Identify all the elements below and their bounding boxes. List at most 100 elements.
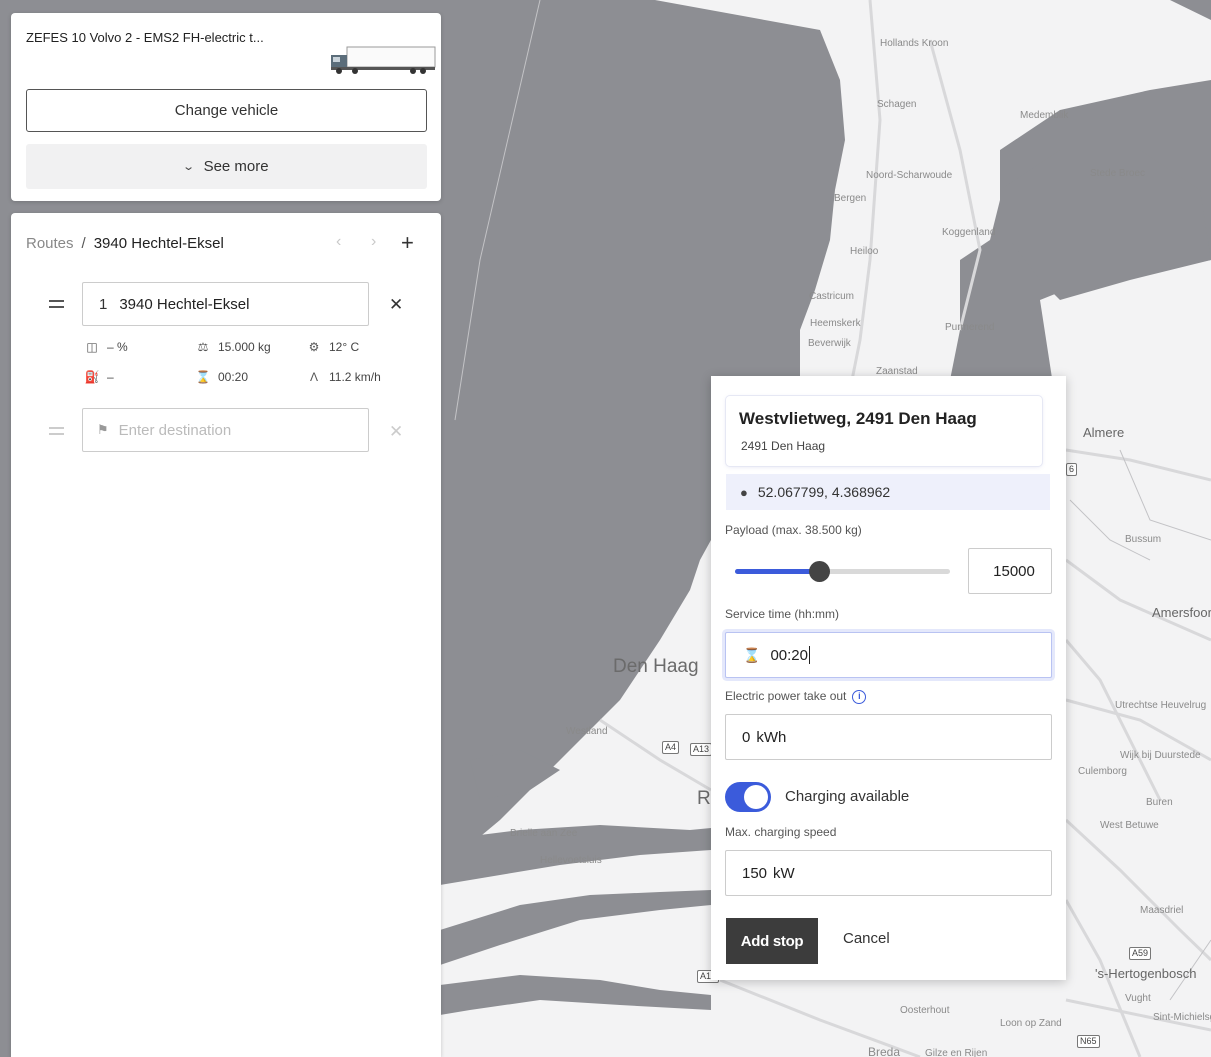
coordinates-row: ● 52.067799, 4.368962 <box>726 474 1050 510</box>
map-label: Castricum <box>809 291 855 302</box>
map-label: Heemskerk <box>810 318 861 329</box>
map-pin-icon: ● <box>740 484 748 500</box>
stat-speed-value: 11.2 km/h <box>329 370 381 384</box>
map-label: Stede Broec <box>1090 168 1146 179</box>
map-label: Westland <box>566 726 608 737</box>
add-stop-button[interactable]: Add stop <box>726 918 818 964</box>
map-label: Medemblik <box>1020 110 1069 121</box>
slider-fill <box>735 569 819 574</box>
breadcrumb: Routes / 3940 Hechtel-Eksel <box>26 235 224 252</box>
map-label: Hollands Kroon <box>880 38 949 49</box>
previous-route-icon[interactable]: ‹ <box>336 233 341 251</box>
change-vehicle-button[interactable]: Change vehicle <box>26 89 427 132</box>
map-label: Heiloo <box>850 246 879 257</box>
payload-label: Payload (max. 38.500 kg) <box>725 523 862 537</box>
payload-icon: ⚖ <box>197 340 209 354</box>
breadcrumb-routes-link[interactable]: Routes <box>26 235 74 252</box>
destination-input[interactable]: ⚑ Enter destination <box>82 408 369 452</box>
map-label: Bussum <box>1125 534 1162 545</box>
map-label: Bergen <box>834 193 867 204</box>
add-stop-popup: Westvlietweg, 2491 Den Haag 2491 Den Haa… <box>711 376 1066 980</box>
power-take-out-label: Electric power take out i <box>725 689 867 704</box>
map-label: Breda <box>868 1045 901 1057</box>
add-route-icon[interactable]: + <box>401 230 414 256</box>
road-shield: A13 <box>690 743 713 756</box>
map-label: Koggenland <box>942 227 996 238</box>
payload-slider[interactable] <box>735 561 950 582</box>
drag-handle-icon[interactable] <box>49 300 64 308</box>
next-route-icon[interactable]: › <box>371 233 376 251</box>
drag-handle-icon <box>49 427 64 435</box>
max-speed-value: 150 <box>742 864 768 882</box>
slider-thumb[interactable] <box>808 561 830 582</box>
stat-temperature-value: 12° C <box>329 340 360 354</box>
map-label: Amersfoort <box>1152 605 1211 620</box>
address-title: Westvlietweg, 2491 Den Haag <box>739 409 977 428</box>
service-time-input[interactable]: ⌛ 00:20 <box>725 632 1052 678</box>
see-more-button[interactable]: ⌄ See more <box>26 144 427 189</box>
stat-payload: ⚖ 15.000 kg <box>195 340 271 354</box>
map-label: Purmerend <box>945 322 995 333</box>
map-label: Hellevoetsluis <box>540 855 602 866</box>
address-card: Westvlietweg, 2491 Den Haag 2491 Den Haa… <box>726 396 1042 466</box>
payload-input[interactable]: 15000 <box>968 548 1052 594</box>
stat-service-time: ⌛ 00:20 <box>195 370 249 384</box>
breadcrumb-current: 3940 Hechtel-Eksel <box>93 235 224 252</box>
max-charging-speed-input[interactable]: 150 kW <box>725 850 1052 896</box>
stat-battery: ◫ – % <box>84 340 128 354</box>
map-label: Gilze en Rijen <box>925 1048 988 1057</box>
map-label: Maasdriel <box>1140 905 1184 916</box>
charging-available-toggle[interactable] <box>725 782 771 812</box>
map-label: 's-Hertogenbosch <box>1095 966 1197 981</box>
map-label: Vught <box>1125 993 1151 1004</box>
info-icon[interactable]: i <box>852 689 867 704</box>
map-label: Oosterhout <box>900 1005 950 1016</box>
map-label: Utrechtse Heuvelrug <box>1115 700 1207 711</box>
coordinates-value: 52.067799, 4.368962 <box>757 484 891 500</box>
power-value: 0 <box>742 728 751 746</box>
map-label: Beverwijk <box>808 338 851 349</box>
max-charging-speed-label: Max. charging speed <box>725 825 837 839</box>
text-caret <box>808 646 810 664</box>
map-label: Brielle aan Zee <box>510 828 578 839</box>
stop-field[interactable]: 1 3940 Hechtel-Eksel <box>82 282 369 326</box>
map-label: Den Haag <box>613 656 699 677</box>
map-label: R <box>697 788 711 809</box>
see-more-label: See more <box>203 158 269 175</box>
map-label: Culemborg <box>1078 766 1127 777</box>
map-label: Sint-Michielsgestel <box>1153 1012 1211 1023</box>
stop-name: 3940 Hechtel-Eksel <box>119 295 250 313</box>
road-shield: A4 <box>662 741 680 754</box>
charging-available-label: Charging available <box>785 788 910 805</box>
road-shield: N65 <box>1077 1035 1100 1048</box>
service-time-label: Service time (hh:mm) <box>725 607 840 621</box>
power-take-out-input[interactable]: 0 kWh <box>725 714 1052 760</box>
vehicle-panel: ZEFES 10 Volvo 2 - EMS2 FH-electric t...… <box>11 13 441 201</box>
cancel-button[interactable]: Cancel <box>843 930 890 947</box>
map-label: Almere <box>1083 425 1125 440</box>
stat-battery-value: – % <box>107 340 128 354</box>
road-icon: Λ <box>309 370 318 384</box>
gear-icon: ⚙ <box>308 340 320 354</box>
map-label: Schagen <box>877 99 917 110</box>
map-label: Wijk bij Duurstede <box>1120 750 1201 761</box>
flag-icon: ⚑ <box>97 422 109 437</box>
map-label: Loon op Zand <box>1000 1018 1062 1029</box>
stat-service-time-value: 00:20 <box>218 370 249 384</box>
remove-stop-icon[interactable]: ✕ <box>389 295 403 315</box>
remove-destination-icon: ✕ <box>389 422 404 441</box>
road-shield: 6 <box>1066 463 1078 476</box>
stop-number: 1 <box>99 295 108 313</box>
hourglass-icon: ⌛ <box>743 646 761 663</box>
stat-temperature: ⚙ 12° C <box>306 340 360 354</box>
chevron-down-icon: ⌄ <box>182 161 196 173</box>
breadcrumb-separator: / <box>81 235 86 252</box>
toggle-knob <box>744 785 768 809</box>
map-label: Noord-Scharwoude <box>866 170 953 181</box>
battery-icon: ◫ <box>86 340 98 354</box>
map-label: Buren <box>1146 797 1173 808</box>
service-time-value: 00:20 <box>770 646 808 664</box>
destination-placeholder: Enter destination <box>118 421 232 439</box>
truck-image <box>331 46 436 74</box>
charging-station-icon: ⛽ <box>84 370 100 384</box>
